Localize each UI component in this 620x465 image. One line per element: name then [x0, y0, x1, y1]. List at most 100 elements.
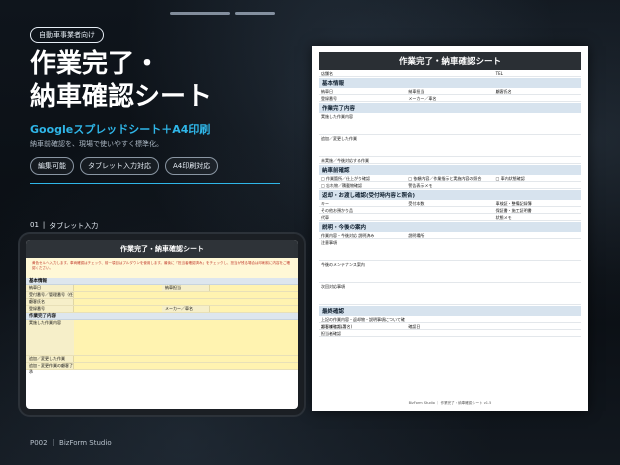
sheet-cell: □ 忘れ物／積載物確認	[321, 183, 363, 188]
sheet-cell: メーカー／車名	[408, 96, 437, 101]
sheet-cell: 保証書・施工証明書	[495, 208, 532, 213]
sheet-cell: 車検証・整備記録簿	[495, 201, 532, 206]
tablet-input-cell[interactable]	[210, 285, 298, 291]
tablet-field: 受付番号／管理番号（任意）	[26, 292, 298, 303]
tablet-section-header: 作業完了内容	[26, 313, 298, 320]
sheet-cell	[406, 214, 493, 220]
sheet-text-block: 追加／変更した作業	[319, 135, 581, 157]
sheet-row: 担当者確認	[319, 330, 581, 337]
tablet-input-cell[interactable]	[210, 306, 298, 312]
tablet-field: 登録番号 メーカー／車名	[26, 306, 298, 313]
sheet-cell	[406, 316, 493, 322]
sheet-cell	[406, 70, 493, 76]
sheet-cell: □ 依頼内容／作業指示と実施内容の照合	[408, 176, 482, 181]
sheet-text-block: 実施した作業内容	[319, 113, 581, 135]
sheet-row: 納車日 納車担当 顧客氏名	[319, 88, 581, 95]
hero-title-line2: 納車確認シート	[30, 82, 213, 112]
sheet-row: お客様確認(署名) 確認日	[319, 323, 581, 330]
sheet-cell	[406, 157, 493, 163]
sheet-cell: その他お預かり品	[321, 208, 353, 213]
hero-title: 作業完了・ 納車確認シート	[30, 48, 280, 114]
a4-sheet-preview: 作業完了・納車確認シート 店舗名 TEL 基本情報 納車日 納車担当 顧客氏名 登録番号 メー…	[312, 46, 588, 411]
tablet-input-cell[interactable]	[74, 363, 298, 369]
tablet-mockup: 作業完了・納車確認シート 黄色セルへ入力します。車両確認はチェック、前一項目はプ…	[18, 232, 306, 417]
tablet-input-cell[interactable]	[74, 306, 162, 312]
sheet-cell: 納車日	[321, 89, 333, 94]
divider	[30, 183, 280, 184]
tablet-screen: 作業完了・納車確認シート 黄色セルへ入力します。車両確認はチェック、前一項目はプ…	[26, 240, 298, 409]
sheet-cell: 説明場所	[408, 233, 425, 238]
feature-tag: タブレット入力対応	[80, 157, 159, 175]
sheet-cell: 代車	[321, 215, 329, 220]
sheet-row: 上記の作業内容・返却物・説明事項について確認しました。	[319, 316, 581, 329]
tablet-field: 実施した作業内容	[26, 320, 298, 356]
ceiling-light	[235, 12, 275, 15]
sheet-cell: □ 車内状態確認	[495, 176, 525, 181]
tablet-input-cell[interactable]	[74, 285, 162, 291]
sheet-cell: 状態メモ	[495, 215, 512, 220]
ceiling-light	[170, 12, 230, 15]
sheet-row: 未実施／今後対応する作業	[319, 157, 581, 164]
tablet-field-label: 実施した作業内容	[26, 320, 74, 355]
sheet-title: 作業完了・納車確認シート	[319, 52, 581, 70]
sheet-text-block: 次回対応事項	[319, 283, 581, 305]
sheet-cell: 納車担当	[408, 89, 425, 94]
hero-description: 納車前確認を、現場で使いやすく標準化。	[30, 140, 163, 148]
sheet-cell: 上記の作業内容・返却物・説明事項について確認しました。	[321, 317, 405, 329]
section-number: 01	[30, 221, 39, 229]
tablet-section-header: 基本情報	[26, 278, 298, 285]
sheet-cell: キー	[321, 201, 329, 206]
sheet-row: □ 作業箇所／仕上がり確認 □ 依頼内容／作業指示と実施内容の照合 □ 車内状態確認	[319, 175, 581, 182]
tablet-field-label: 納車担当	[162, 285, 210, 291]
tablet-field-label: 受付番号／管理番号（任意）	[26, 292, 74, 303]
sheet-row: その他お預かり品 保証書・施工証明書	[319, 207, 581, 214]
tablet-sheet-title: 作業完了・納車確認シート	[26, 240, 298, 258]
sheet-row: 登録番号 メーカー／車名	[319, 95, 581, 102]
page-footer: P002 ｜ BizForm Studio	[30, 439, 112, 447]
tablet-field-label: メーカー／車名	[162, 306, 210, 312]
sheet-footer: BizForm Studio ｜ 作業完了・納車確認シート v1.5	[408, 401, 492, 405]
tablet-form: 基本情報納車日 納車担当受付番号／管理番号（任意）顧客氏名登録番号 メーカー／車名作…	[26, 278, 298, 374]
sheet-row: 店舗名 TEL	[319, 70, 581, 77]
sheet-cell	[494, 157, 581, 163]
sheet-section-header: 基本情報	[319, 78, 581, 88]
sheet-text-block: 注意事項	[319, 239, 581, 261]
hero-title-line1: 作業完了・	[30, 49, 161, 79]
hero-subtitle: Googleスプレッドシート＋A4印刷	[30, 123, 211, 136]
feature-tag: A4印刷対応	[165, 157, 219, 175]
sheet-cell: TEL	[495, 71, 503, 76]
tablet-input-cell[interactable]	[74, 292, 298, 298]
audience-badge: 自動車事業者向け	[30, 27, 104, 43]
sheet-cell	[494, 232, 581, 238]
section-label: 01 | タブレット入力	[30, 221, 99, 230]
sheet-cell	[494, 316, 581, 322]
sheet-cell	[494, 330, 581, 336]
feature-tags: 編集可能 タブレット入力対応 A4印刷対応	[30, 157, 219, 175]
sheet-body: 店舗名 TEL 基本情報 納車日 納車担当 顧客氏名 登録番号 メーカー／車名 作業完了内容 実施…	[319, 70, 581, 337]
sheet-cell: 受付本数	[408, 201, 425, 206]
tablet-field: 納車日 納車担当	[26, 285, 298, 292]
tablet-input-cell[interactable]	[74, 356, 298, 362]
sheet-cell	[406, 330, 493, 336]
sheet-section-header: 説明・今後の案内	[319, 222, 581, 232]
tablet-field: 追加・変更作業の顧客了承	[26, 363, 298, 374]
sheet-row: キー 受付本数 車検証・整備記録簿	[319, 200, 581, 207]
section-text: タブレット入力	[49, 222, 99, 230]
tablet-instructions: 黄色セルへ入力します。車両確認はチェック、前一項目はプルダウンを使用します。最後…	[26, 258, 298, 278]
sheet-cell: 店舗名	[321, 71, 333, 76]
tablet-field: 追加／変更した作業	[26, 356, 298, 363]
tablet-field-label: 登録番号	[26, 306, 74, 312]
tablet-field-label: 追加／変更した作業	[26, 356, 74, 362]
tablet-input-cell[interactable]	[74, 299, 298, 305]
sheet-cell: お客様確認(署名)	[321, 324, 353, 329]
sheet-cell: 未実施／今後対応する作業	[321, 158, 369, 163]
tablet-input-cell[interactable]	[74, 320, 298, 355]
sheet-row: 代車 状態メモ	[319, 214, 581, 221]
sheet-cell	[406, 207, 493, 213]
sheet-cell: 警告表示メモ	[408, 183, 433, 188]
sheet-cell	[494, 95, 581, 101]
sheet-section-header: 最終確認	[319, 306, 581, 316]
tablet-field-label: 納車日	[26, 285, 74, 291]
tablet-field-label: 顧客氏名	[26, 299, 74, 305]
sheet-text-block: 今後のメンテナンス案内	[319, 261, 581, 283]
